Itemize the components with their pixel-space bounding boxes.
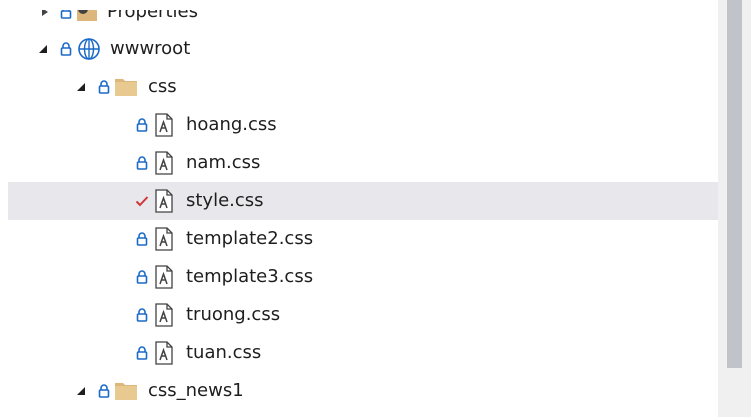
css-file-icon	[152, 113, 176, 137]
css-file-icon	[152, 189, 176, 213]
folder-icon	[114, 379, 138, 403]
expanded-arrow-icon[interactable]	[38, 44, 48, 54]
tree-item-file-selected[interactable]: style.css	[8, 182, 718, 220]
tree-item-file[interactable]: truong.css	[8, 296, 718, 334]
css-file-icon	[152, 151, 176, 175]
expanded-arrow-icon[interactable]	[76, 82, 86, 92]
tree-item-label: truong.css	[186, 304, 281, 325]
lock-icon	[58, 39, 74, 59]
tree-item-label: hoang.css	[186, 114, 277, 135]
lock-icon	[134, 153, 150, 173]
tree-item-file[interactable]: template2.css	[8, 220, 718, 258]
lock-icon	[134, 305, 150, 325]
tree-item-label: template2.css	[186, 228, 314, 249]
css-file-icon	[152, 303, 176, 327]
scrollbar-thumb[interactable]	[727, 0, 742, 368]
solution-explorer-tree[interactable]: Properties wwwroot css hoang.css nam.css…	[0, 0, 718, 417]
css-file-icon	[152, 265, 176, 289]
tree-item-label: css	[148, 76, 177, 97]
css-file-icon	[152, 341, 176, 365]
tree-item-label: css_news1	[148, 380, 244, 401]
tree-item-file[interactable]: hoang.css	[8, 106, 718, 144]
tree-item-label: wwwroot	[110, 38, 191, 59]
lock-icon	[96, 381, 112, 401]
tree-item-label: style.css	[186, 190, 264, 211]
vertical-scrollbar[interactable]	[718, 0, 751, 417]
tree-item-label: nam.css	[186, 152, 261, 173]
lock-icon	[134, 267, 150, 287]
checkmark-icon	[134, 191, 150, 211]
lock-icon	[96, 77, 112, 97]
lock-icon	[134, 229, 150, 249]
tree-item-file[interactable]: template3.css	[8, 258, 718, 296]
expanded-arrow-icon[interactable]	[76, 386, 86, 396]
tree-top-edge	[0, 0, 718, 10]
folder-icon	[114, 75, 138, 99]
tree-item-label: template3.css	[186, 266, 314, 287]
css-file-icon	[152, 227, 176, 251]
tree-item-css[interactable]: css	[8, 68, 718, 106]
tree-item-file[interactable]: tuan.css	[8, 334, 718, 372]
globe-icon	[77, 37, 101, 61]
lock-icon	[134, 343, 150, 363]
tree-item-wwwroot[interactable]: wwwroot	[8, 30, 718, 68]
tree-item-file[interactable]: nam.css	[8, 144, 718, 182]
tree-item-css-news1[interactable]: css_news1	[8, 372, 718, 410]
tree-item-label: tuan.css	[186, 342, 262, 363]
lock-icon	[134, 115, 150, 135]
